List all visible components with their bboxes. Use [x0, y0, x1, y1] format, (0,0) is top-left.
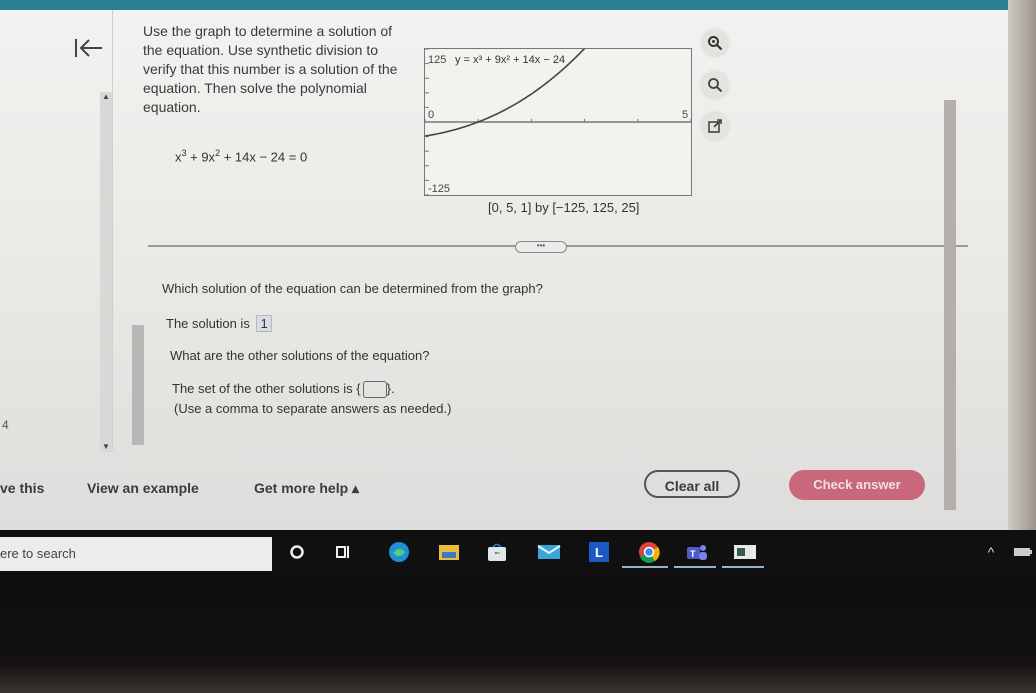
answer-2-input[interactable] — [362, 381, 387, 399]
right-scrollbar[interactable] — [944, 100, 956, 510]
scroll-up-arrow-icon[interactable]: ▲ — [100, 92, 112, 102]
chevron-up-icon: ^ — [987, 544, 995, 560]
store-button[interactable] — [484, 540, 510, 564]
task-view-button[interactable] — [330, 540, 356, 564]
y-max-tick-label: 125 — [428, 54, 446, 66]
scrollbar-thumb[interactable] — [132, 325, 144, 445]
cortana-icon — [290, 545, 304, 559]
answer-1-row: The solution is 1 — [166, 315, 272, 332]
more-options-button[interactable]: ••• — [515, 241, 567, 253]
chrome-icon — [639, 542, 660, 563]
question-2: What are the other solutions of the equa… — [170, 348, 430, 363]
teams-icon: T — [687, 545, 707, 560]
edge-icon — [389, 542, 409, 562]
mail-icon — [537, 545, 561, 559]
polynomial-equation: x3 + 9x2 + 14x − 24 = 0 — [175, 148, 307, 164]
svg-text:T: T — [690, 549, 696, 559]
tray-overflow-button[interactable]: ^ — [978, 540, 1004, 564]
collapse-left-icon — [75, 39, 102, 57]
app-active-indicator — [722, 566, 764, 568]
clear-all-button[interactable]: Clear all — [644, 470, 740, 498]
check-answer-button[interactable]: Check answer — [789, 470, 925, 500]
scroll-down-arrow-icon[interactable]: ▼ — [100, 442, 112, 452]
mail-button[interactable] — [536, 540, 562, 564]
teams-button[interactable]: T — [684, 540, 710, 564]
zoom-in-icon — [708, 36, 723, 51]
set-close-brace: }. — [386, 381, 395, 396]
folder-icon — [439, 545, 459, 560]
zoom-out-button[interactable] — [702, 72, 728, 98]
answer-1-prefix: The solution is — [166, 316, 250, 331]
y-min-tick-label: -125 — [428, 183, 450, 195]
file-explorer-button[interactable] — [436, 540, 462, 564]
chrome-active-indicator — [622, 566, 668, 568]
eq-term2: + 9x — [186, 149, 216, 165]
side-number: 4 — [2, 418, 9, 432]
x-min-tick-label: 0 — [428, 109, 434, 121]
taskbar-search-input[interactable]: ere to search — [0, 537, 272, 571]
zoom-in-button[interactable] — [702, 30, 728, 56]
question-1: Which solution of the equation can be de… — [162, 281, 543, 296]
l-app-button[interactable]: L — [586, 540, 612, 564]
l-app-icon: L — [589, 542, 609, 562]
teams-active-indicator — [674, 566, 716, 568]
app-top-bar — [0, 0, 1010, 10]
left-pane-divider — [112, 10, 113, 450]
x-max-tick-label: 5 — [682, 109, 688, 121]
app-window-button[interactable] — [732, 540, 758, 564]
store-icon — [488, 543, 506, 561]
problem-instructions: Use the graph to determine a solution of… — [143, 23, 398, 115]
battery-icon — [1014, 548, 1032, 556]
popout-icon — [708, 119, 722, 133]
monitor-bezel — [0, 574, 1036, 693]
left-scrollbar[interactable]: ▲ ▼ — [100, 92, 112, 452]
graph: 125 -125 0 5 y = x³ + 9x² + 14x − 24 — [424, 48, 692, 196]
app-window-icon — [734, 545, 756, 559]
popout-button[interactable] — [702, 113, 728, 139]
graph-window-caption: [0, 5, 1] by [−125, 125, 25] — [488, 200, 640, 215]
collapse-panel-button[interactable] — [72, 36, 106, 60]
answer-2-hint: (Use a comma to separate answers as need… — [174, 401, 452, 416]
view-example-button[interactable]: View an example — [87, 480, 199, 496]
window-edge — [1008, 0, 1036, 530]
get-more-help-button[interactable]: Get more help ▴ — [254, 480, 359, 497]
solve-this-button[interactable]: ve this — [0, 480, 44, 496]
set-open-brace: { — [356, 381, 361, 396]
answer-2-row: The set of the other solutions is {}. — [172, 381, 395, 399]
chrome-button[interactable] — [636, 540, 662, 564]
zoom-out-icon — [708, 78, 723, 93]
graph-svg: 125 -125 0 5 y = x³ + 9x² + 14x − 24 — [424, 48, 692, 196]
eq-rest: + 14x − 24 = 0 — [220, 149, 308, 165]
edge-button[interactable] — [386, 540, 412, 564]
task-view-icon — [336, 546, 349, 558]
answer-1-input[interactable]: 1 — [256, 315, 272, 332]
battery-button[interactable] — [1010, 540, 1036, 564]
function-label: y = x³ + 9x² + 14x − 24 — [455, 54, 565, 66]
answer-2-prefix: The set of the other solutions is — [172, 381, 353, 396]
cortana-button[interactable] — [284, 540, 310, 564]
svg-text:L: L — [595, 545, 603, 560]
